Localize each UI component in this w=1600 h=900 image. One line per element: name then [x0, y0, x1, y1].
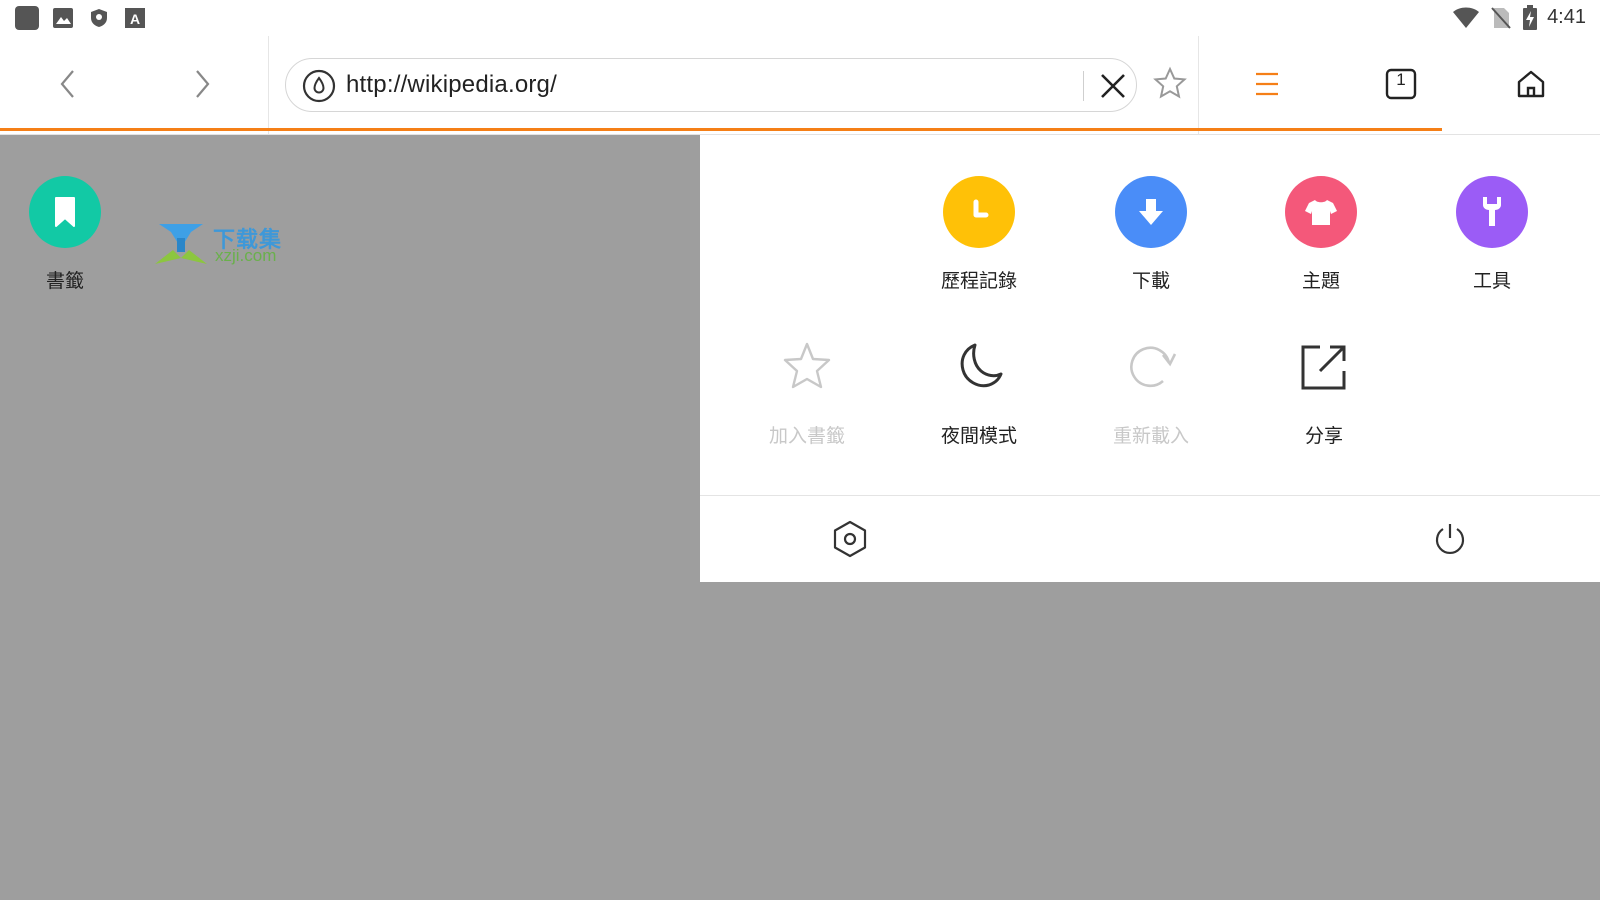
- forward-button[interactable]: [178, 60, 226, 108]
- menu-label: 書籤: [45, 270, 84, 292]
- toolbar-right-actions: 1: [1198, 36, 1600, 134]
- browser-toolbar: http://wikipedia.org/ 1: [0, 36, 1600, 135]
- clock-time: 4:41: [1547, 6, 1586, 28]
- url-divider: [1083, 71, 1084, 101]
- tshirt-icon: [1285, 176, 1357, 248]
- back-button[interactable]: [44, 60, 92, 108]
- bookmark-icon: [29, 176, 101, 248]
- font-icon: A: [125, 8, 145, 28]
- page-load-progress: [0, 128, 1442, 131]
- menu-label: 夜間模式: [940, 425, 1017, 447]
- reload-icon: [1115, 331, 1187, 403]
- app-square-icon: [15, 6, 39, 30]
- menu-history[interactable]: 歷程記錄: [914, 176, 1044, 293]
- moon-icon: [943, 331, 1015, 403]
- menu-night-mode[interactable]: 夜間模式: [914, 331, 1044, 448]
- wrench-icon: [1456, 176, 1528, 248]
- browser-menu-panel: 書籤 歷程記錄 下載 主題 工具 加入書籤 夜間模式 重新載入 分享: [29, 135, 1600, 582]
- chevron-left-icon: [60, 70, 74, 98]
- clock-icon: [943, 176, 1015, 248]
- home-button[interactable]: [1505, 58, 1557, 110]
- url-text[interactable]: http://wikipedia.org/: [346, 71, 557, 99]
- menu-downloads[interactable]: 下載: [1086, 176, 1216, 293]
- site-watermark-logo: 下载集 xzji.com: [155, 222, 295, 270]
- menu-label: 工具: [1472, 270, 1511, 292]
- image-icon: [53, 8, 73, 28]
- power-icon: [1435, 524, 1465, 554]
- menu-label: 加入書籤: [768, 425, 845, 447]
- battery-charging-icon: [1523, 5, 1537, 30]
- watermark-en-text: xzji.com: [215, 246, 277, 265]
- menu-share[interactable]: 分享: [1259, 331, 1389, 448]
- menu-label: 分享: [1304, 425, 1343, 447]
- menu-label: 下載: [1131, 270, 1170, 292]
- nav-buttons: [0, 36, 269, 134]
- shield-icon: [91, 9, 107, 27]
- settings-hexagon-icon: [833, 520, 867, 558]
- menu-themes[interactable]: 主題: [1256, 176, 1386, 293]
- menu-label: 歷程記錄: [940, 270, 1017, 292]
- tab-count: 1: [1396, 70, 1406, 89]
- menu-bookmarks[interactable]: 書籤: [0, 176, 130, 293]
- download-icon: [1115, 176, 1187, 248]
- exit-button[interactable]: [1426, 515, 1474, 563]
- home-icon: [1517, 70, 1545, 98]
- menu-reload[interactable]: 重新載入: [1086, 331, 1216, 448]
- menu-button[interactable]: [1241, 58, 1293, 110]
- tabs-button[interactable]: 1: [1375, 58, 1427, 110]
- clear-url-icon[interactable]: [1094, 67, 1132, 105]
- add-bookmark-star-icon[interactable]: [1150, 64, 1190, 104]
- site-drop-icon[interactable]: [302, 69, 336, 103]
- svg-text:A: A: [130, 11, 140, 27]
- menu-label: 重新載入: [1112, 425, 1189, 447]
- wifi-icon: [1453, 7, 1479, 28]
- no-sim-icon: [1491, 7, 1511, 29]
- watermark-arrow-icon: [155, 224, 207, 264]
- menu-add-bookmark[interactable]: 加入書籤: [742, 331, 872, 448]
- url-bar[interactable]: http://wikipedia.org/: [285, 58, 1137, 112]
- hamburger-menu-icon: [1256, 72, 1278, 96]
- chevron-right-icon: [196, 70, 210, 98]
- settings-button[interactable]: [826, 515, 874, 563]
- share-icon: [1288, 331, 1360, 403]
- menu-tools[interactable]: 工具: [1427, 176, 1557, 293]
- star-outline-icon: [771, 331, 843, 403]
- menu-label: 主題: [1301, 270, 1340, 292]
- menu-divider: [700, 495, 1600, 496]
- status-bar: A 4:41: [0, 0, 1600, 36]
